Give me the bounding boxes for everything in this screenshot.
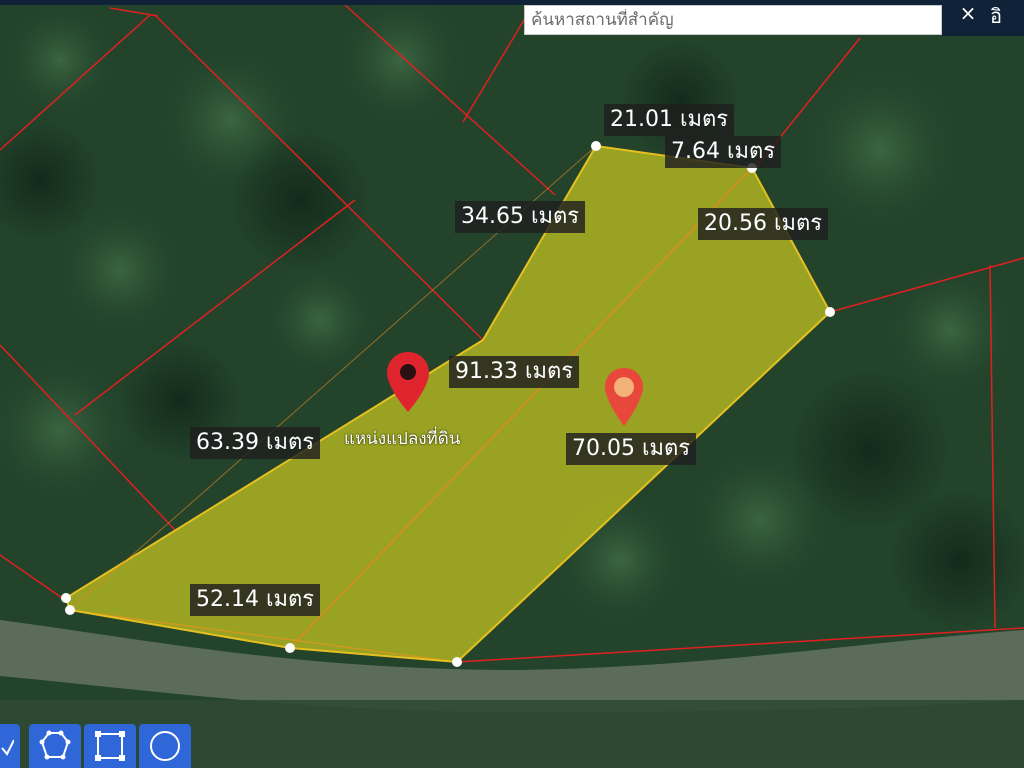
measurement-label: 70.05 เมตร [566,433,697,465]
pin-label: แหน่งแปลงที่ดิน [344,429,461,449]
measurement-label: 63.39 เมตร [190,427,321,459]
measurement-label: 34.65 เมตร [455,201,586,233]
circle-icon [150,731,180,761]
vertex-point [61,593,71,603]
measurement-label: 91.33 เมตร [449,356,580,388]
vertex-point [452,657,462,667]
measurement-label: 7.64 เมตร [665,136,782,168]
polygon-icon [39,730,71,760]
measurement-label: 52.14 เมตร [190,584,321,616]
search-input[interactable] [529,9,941,31]
measurement-label: 20.56 เมตร [698,208,829,240]
check-tool-button[interactable] [0,724,20,768]
marker-pin-icon[interactable] [603,366,645,432]
rectangle-icon [95,731,125,761]
clear-search-button[interactable]: × [956,1,980,25]
polygon-tool-button[interactable] [29,724,81,768]
location-pin-icon[interactable] [385,350,431,418]
measurement-label: 21.01 เมตร [604,104,735,136]
partial-button[interactable]: อิ [990,2,1024,32]
rectangle-tool-button[interactable] [84,724,136,768]
vertex-point [65,605,75,615]
circle-tool-button[interactable] [139,724,191,768]
search-box[interactable] [524,5,942,35]
vertex-point [285,643,295,653]
vertex-point [591,141,601,151]
check-icon [1,739,14,756]
vertex-point [825,307,835,317]
